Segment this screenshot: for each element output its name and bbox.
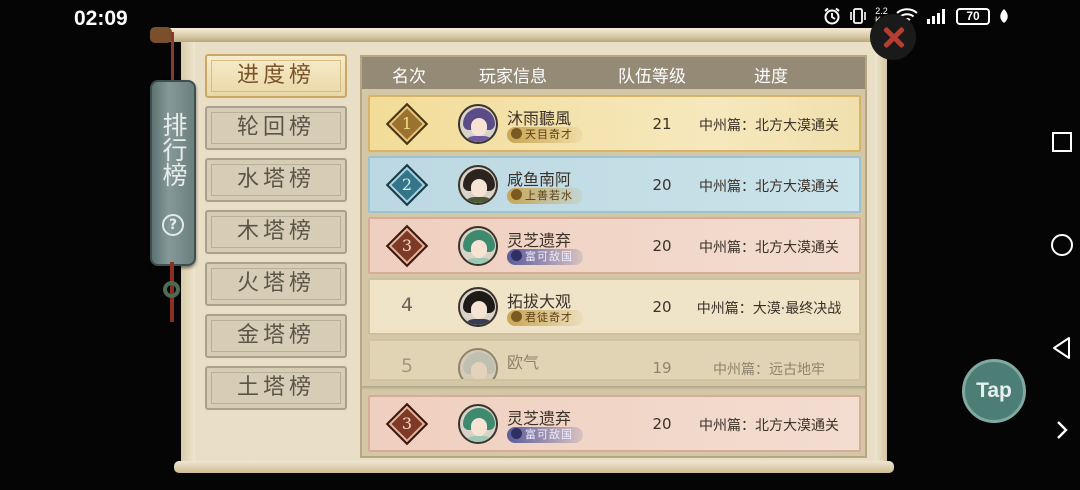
tab-reincarnation[interactable]: 轮回榜	[205, 106, 347, 150]
header-rank: 名次	[392, 67, 426, 87]
team-level: 20	[652, 176, 672, 194]
chevron-right-icon[interactable]	[1050, 418, 1074, 442]
signal-icon	[927, 9, 946, 24]
avatar[interactable]	[458, 348, 498, 379]
back-icon[interactable]	[1050, 336, 1074, 360]
player-name: 咸鱼南阿	[507, 170, 572, 189]
home-icon[interactable]	[1050, 233, 1074, 257]
team-level: 21	[652, 115, 672, 133]
player-title-tag: 富可敌国	[507, 427, 583, 443]
tap-button[interactable]: Tap	[962, 359, 1026, 423]
list-header: 名次 玩家信息 队伍等级 进度	[362, 57, 865, 89]
table-row[interactable]: 1 沐雨聽風 天目奇才 21 中州篇：北方大漠通关	[368, 95, 861, 152]
player-title-tag: 君徒奇才	[507, 310, 583, 326]
player-name: 灵芝遗弃	[507, 231, 572, 250]
leaf-icon	[1000, 9, 1008, 23]
progress-text: 中州篇：北方大漠通关	[699, 418, 839, 434]
avatar[interactable]	[458, 226, 498, 266]
tab-wood-tower[interactable]: 木塔榜	[205, 210, 347, 254]
help-icon[interactable]: ?	[162, 214, 184, 236]
tab-fire-tower[interactable]: 火塔榜	[205, 262, 347, 306]
progress-text: 中州篇：大漠·最终决战	[696, 301, 842, 317]
player-title-tag: 天目奇才	[507, 127, 583, 143]
tab-metal-tower[interactable]: 金塔榜	[205, 314, 347, 358]
player-title-tag: 富可敌国	[507, 249, 583, 265]
tab-progress[interactable]: 进度榜	[205, 54, 347, 98]
header-progress: 进度	[754, 67, 788, 87]
team-level: 20	[652, 298, 672, 316]
player-name: 沐雨聽風	[507, 109, 572, 128]
rank-badge: 3	[385, 224, 429, 268]
rank-number: 4	[400, 294, 414, 316]
table-row[interactable]: 4 拓拔大观 君徒奇才 20 中州篇：大漠·最终决战	[368, 278, 861, 335]
progress-text: 中州篇：北方大漠通关	[699, 118, 839, 134]
rank-badge: 2	[385, 163, 429, 207]
rank-number: 5	[400, 355, 414, 377]
player-name: 拓拔大观	[507, 292, 572, 311]
progress-text: 中州篇：北方大漠通关	[699, 240, 839, 256]
game-screen: 02:09 2.2K/s 70 排行榜 ? 进度榜 轮回榜 水塔榜 木塔榜 火塔…	[0, 0, 1080, 490]
table-row[interactable]: 5 欧气 19 中州篇：远古地牢	[368, 339, 861, 381]
table-row[interactable]: 2 咸鱼南阿 上善若水 20 中州篇：北方大漠通关	[368, 156, 861, 213]
progress-text: 中州篇：北方大漠通关	[699, 179, 839, 195]
team-level: 20	[652, 237, 672, 255]
team-level: 20	[652, 415, 672, 433]
tab-water-tower[interactable]: 水塔榜	[205, 158, 347, 202]
progress-text: 中州篇：远古地牢	[713, 362, 825, 378]
player-name: 欧气	[507, 353, 540, 372]
tab-earth-tower[interactable]: 土塔榜	[205, 366, 347, 410]
jade-ornament	[163, 281, 180, 298]
leaderboard-title-plaque: 排行榜 ?	[150, 80, 196, 266]
my-row-divider	[362, 386, 865, 390]
rank-badge: 1	[385, 102, 429, 146]
avatar[interactable]	[458, 104, 498, 144]
team-level: 19	[652, 359, 672, 377]
player-title-tag: 上善若水	[507, 188, 583, 204]
vibrate-icon	[850, 8, 866, 24]
avatar[interactable]	[458, 404, 498, 444]
header-player: 玩家信息	[479, 67, 547, 87]
scroll-rod-bottom	[174, 461, 894, 473]
recents-icon[interactable]	[1050, 130, 1074, 154]
battery-icon: 70	[956, 7, 991, 25]
player-name: 灵芝遗弃	[507, 409, 572, 428]
my-rank-row[interactable]: 3 灵芝遗弃 富可敌国 20 中州篇：北方大漠通关	[368, 395, 861, 452]
category-tabs: 进度榜 轮回榜 水塔榜 木塔榜 火塔榜 金塔榜 土塔榜	[205, 54, 349, 418]
avatar[interactable]	[458, 287, 498, 327]
header-level: 队伍等级	[618, 67, 686, 87]
status-icons: 2.2K/s 70	[823, 7, 1010, 25]
system-nav-bar	[1040, 120, 1080, 450]
close-button[interactable]	[870, 14, 916, 60]
scroll-rod-top	[150, 27, 894, 43]
rank-badge: 3	[385, 402, 429, 446]
clock: 02:09	[74, 7, 128, 30]
alarm-icon	[824, 7, 840, 25]
leaderboard-list[interactable]: 名次 玩家信息 队伍等级 进度 1 沐雨聽風 天目奇才 21 中州篇：北方大漠通…	[360, 55, 867, 458]
table-row[interactable]: 3 灵芝遗弃 富可敌国 20 中州篇：北方大漠通关	[368, 217, 861, 274]
avatar[interactable]	[458, 165, 498, 205]
page-title: 排行榜	[159, 112, 188, 187]
